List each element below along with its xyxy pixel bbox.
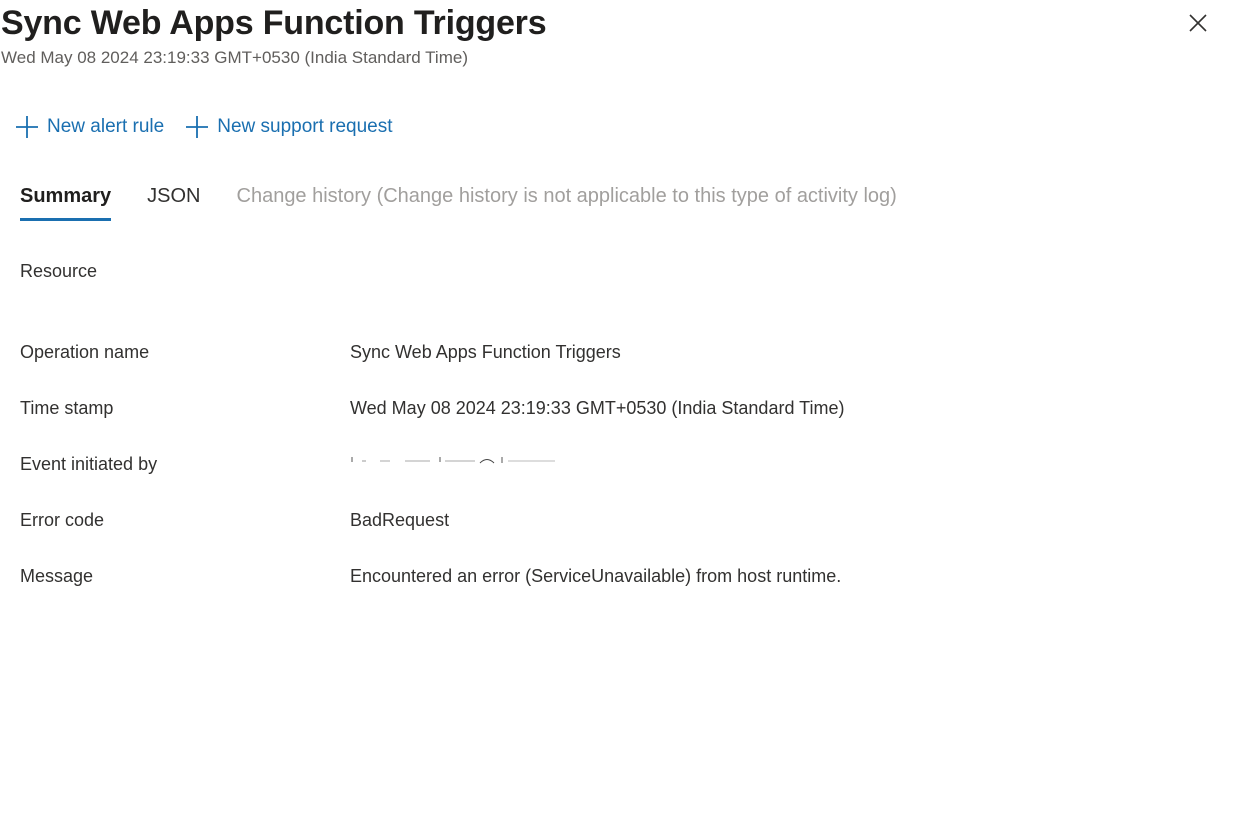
message-label: Message [20, 566, 94, 586]
tab-json[interactable]: JSON [147, 182, 200, 221]
tab-list: Summary JSON Change history (Change hist… [20, 182, 897, 221]
new-support-request-button[interactable]: New support request [186, 113, 393, 141]
new-alert-rule-button[interactable]: New alert rule [16, 113, 164, 141]
summary-row-time-stamp: Time stamp Wed May 08 2024 23:19:33 GMT+… [20, 395, 1220, 421]
close-icon [1189, 14, 1207, 32]
time-stamp-value: Wed May 08 2024 23:19:33 GMT+0530 (India… [350, 398, 845, 418]
operation-name-value: Sync Web Apps Function Triggers [350, 342, 621, 362]
page-title: Sync Web Apps Function Triggers [1, 4, 547, 42]
command-bar: New alert rule New support request [16, 113, 393, 141]
tab-summary[interactable]: Summary [20, 182, 112, 221]
summary-row-message: Message Encountered an error (ServiceUna… [20, 563, 1220, 589]
new-alert-rule-label: New alert rule [47, 116, 165, 137]
page-subtitle-timestamp: Wed May 08 2024 23:19:33 GMT+0530 (India… [1, 48, 468, 67]
event-initiated-by-label: Event initiated by [20, 454, 158, 474]
plus-icon [186, 116, 209, 138]
activity-log-detail-panel: Sync Web Apps Function Triggers Wed May … [0, 0, 1253, 831]
close-button[interactable] [1185, 10, 1211, 36]
redacted-text-fragments [351, 457, 555, 464]
operation-name-label: Operation name [20, 342, 150, 362]
error-code-value: BadRequest [350, 510, 450, 530]
message-value: Encountered an error (ServiceUnavailable… [350, 566, 842, 586]
resource-label: Resource [20, 261, 98, 281]
error-code-label: Error code [20, 510, 105, 530]
summary-row-operation-name: Operation name Sync Web Apps Function Tr… [20, 339, 1220, 365]
summary-row-error-code: Error code BadRequest [20, 507, 1220, 533]
event-initiated-by-value-redacted [350, 453, 560, 467]
summary-row-event-initiated-by: Event initiated by [20, 451, 1220, 477]
time-stamp-label: Time stamp [20, 398, 114, 418]
plus-icon [16, 116, 38, 138]
summary-row-resource: Resource [20, 258, 1220, 284]
tab-change-history: Change history (Change history is not ap… [236, 185, 897, 207]
new-support-request-label: New support request [217, 116, 393, 137]
